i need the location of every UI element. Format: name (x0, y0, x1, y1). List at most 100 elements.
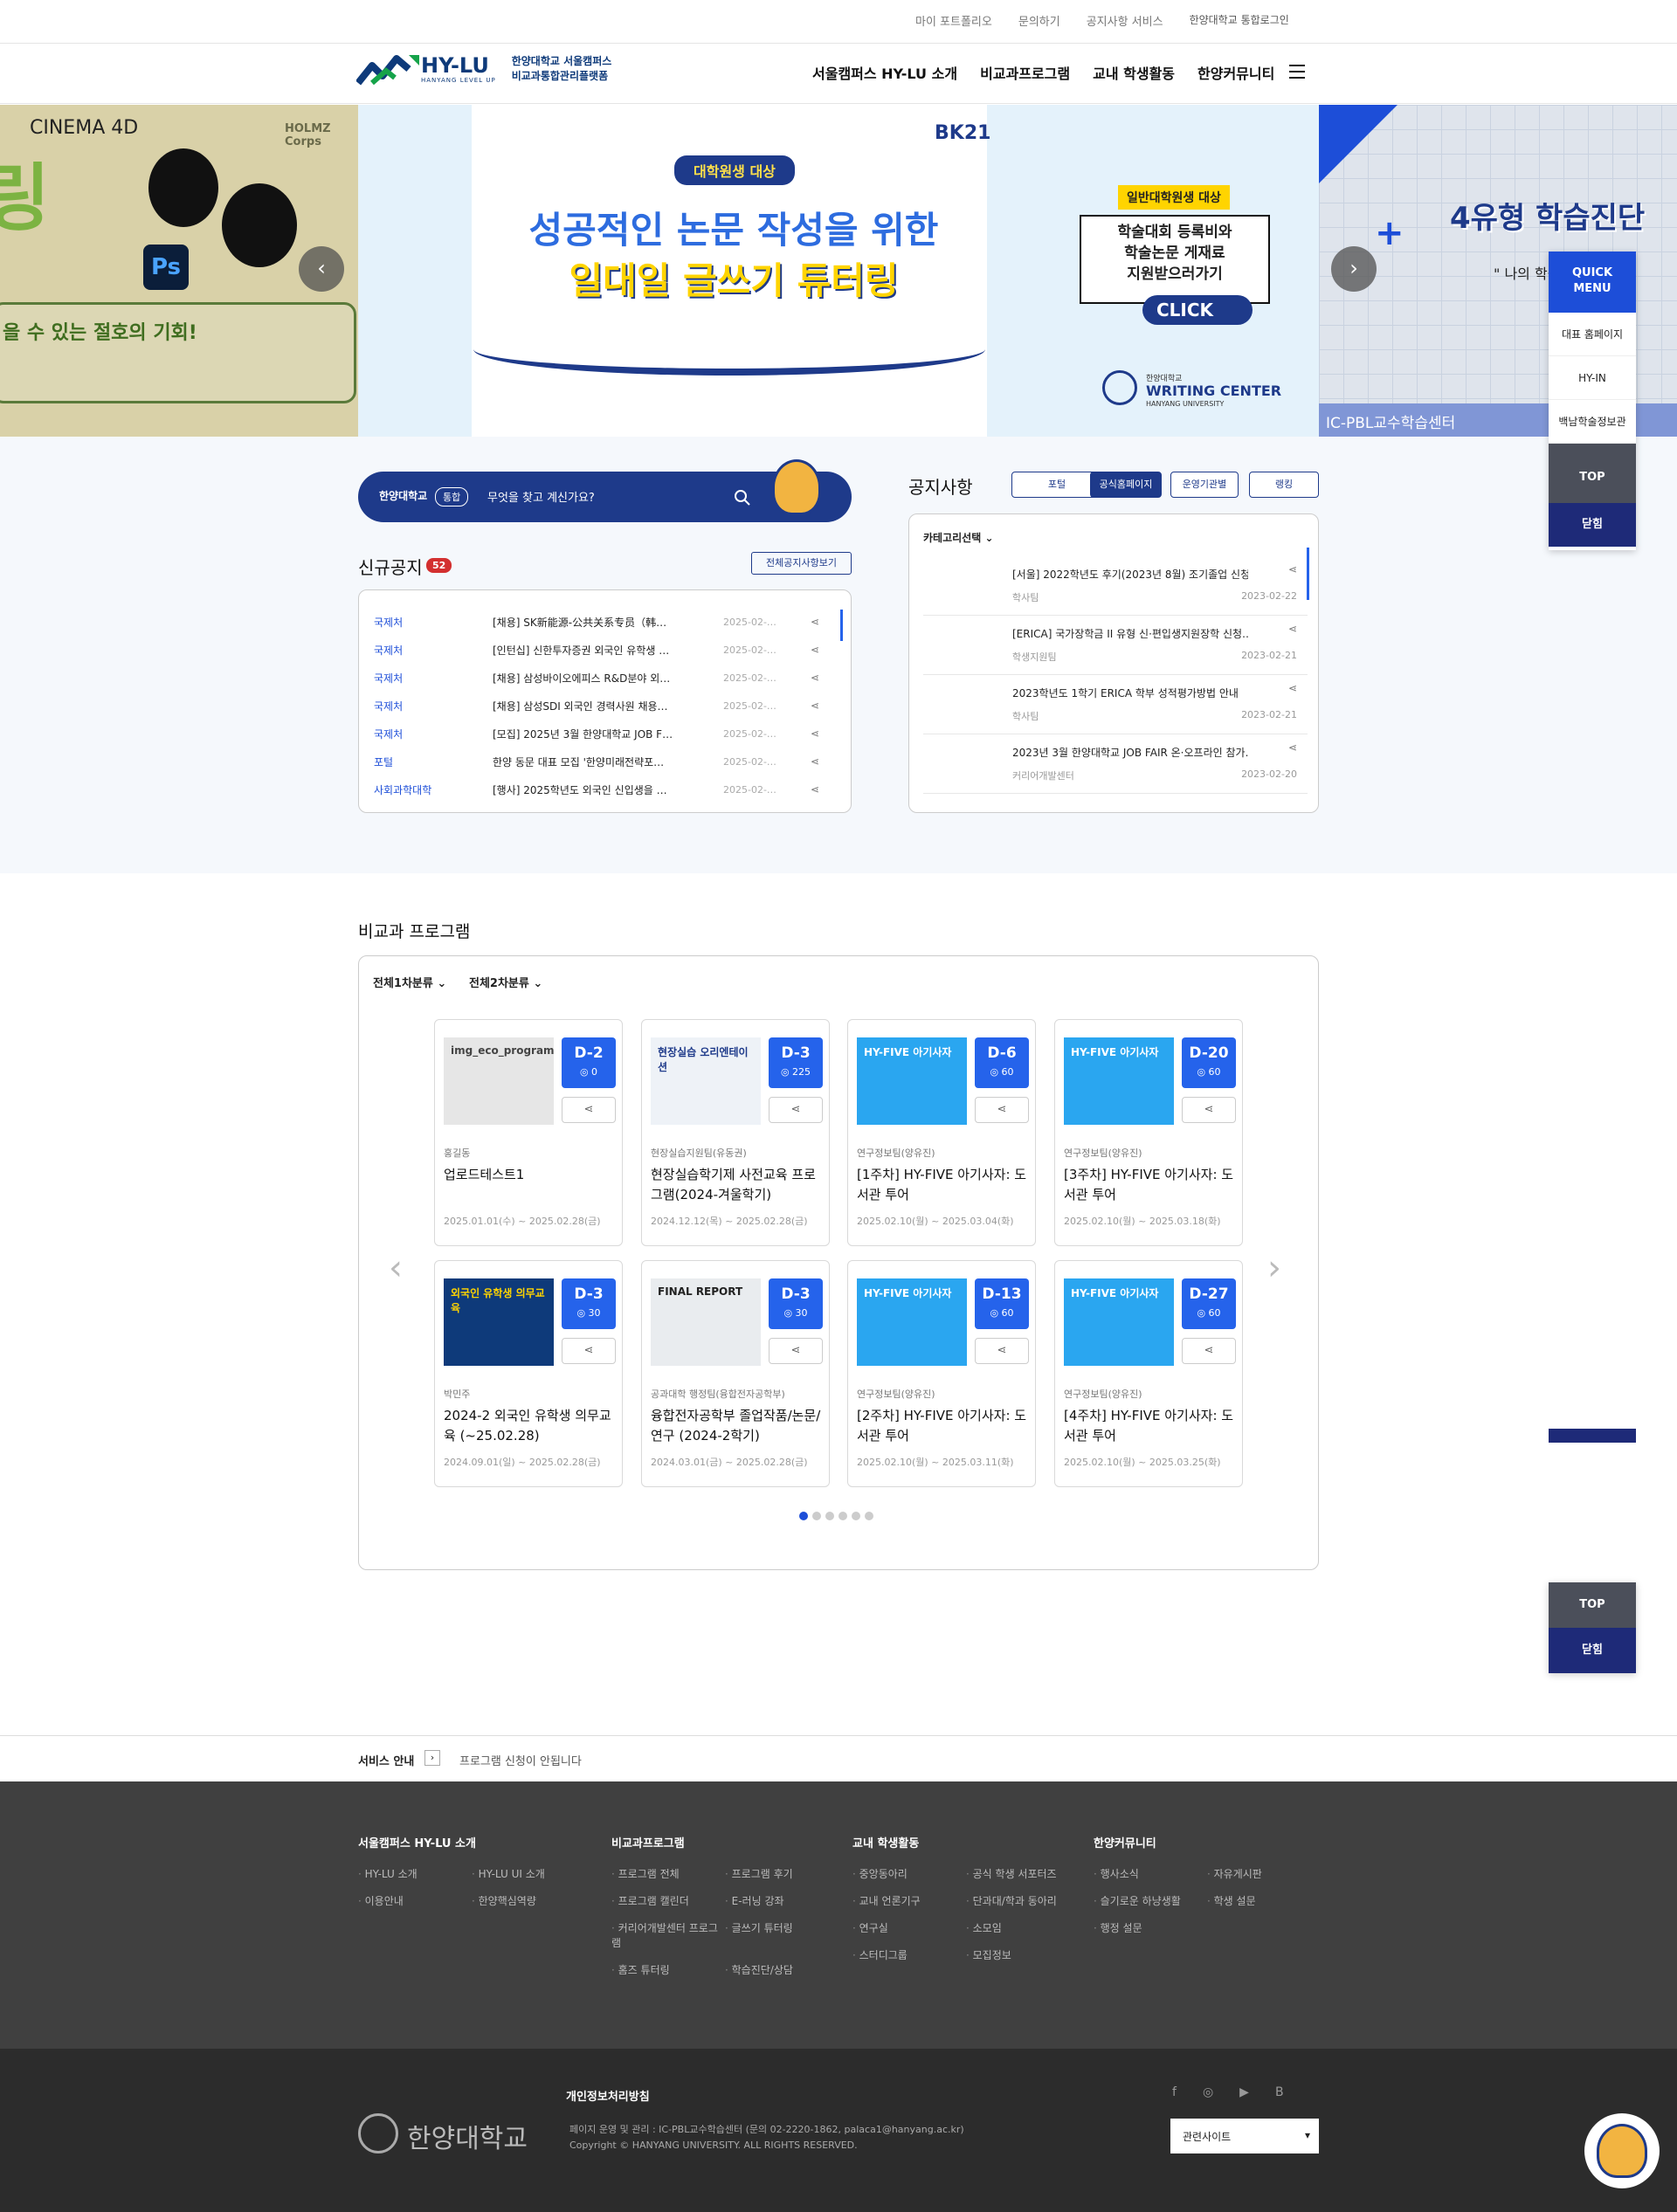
carousel-dot[interactable] (852, 1512, 860, 1520)
instagram-icon[interactable]: ◎ (1203, 2085, 1213, 2099)
facebook-icon[interactable]: f (1172, 2085, 1177, 2099)
notice-title[interactable]: [채용] 삼성SDI 외국인 경력사원 채용… (493, 699, 723, 713)
search-scope[interactable]: 통합 (435, 487, 469, 506)
filter-2[interactable]: 전체2차분류 ⌄ (469, 974, 542, 990)
notice-title[interactable]: [모집] 2025년 3월 한양대학교 JOB F… (493, 727, 723, 741)
footer-link[interactable]: 연구실 (852, 1920, 966, 1935)
slider-dot[interactable] (855, 413, 865, 423)
footer-link[interactable]: 스터디그룹 (852, 1947, 966, 1962)
footer-link[interactable]: 학습진단/상담 (725, 1962, 838, 1977)
slider-next-button[interactable]: › (1331, 246, 1377, 292)
footer-link[interactable]: 공식 학생 서포터즈 (966, 1866, 1080, 1881)
top-button[interactable]: TOP (1549, 1582, 1636, 1628)
footer-link[interactable]: 커리어개발센터 프로그램 (611, 1920, 725, 1950)
link-portfolio[interactable]: 마이 포트폴리오 (915, 12, 992, 29)
slider-dot[interactable] (822, 413, 832, 423)
footer-link[interactable]: 소모임 (966, 1920, 1080, 1935)
quick-homepage[interactable]: 대표 홈페이지 (1549, 313, 1636, 356)
top-button[interactable]: TOP (1549, 444, 1636, 503)
share-icon[interactable]: ⋖ (811, 755, 823, 768)
link-notice-service[interactable]: 공지사항 서비스 (1087, 12, 1163, 29)
nav-activities[interactable]: 교내 학생활동 (1093, 62, 1175, 83)
nav-about[interactable]: 서울캠퍼스 HY-LU 소개 (812, 62, 957, 83)
program-card[interactable]: img_eco_program D-2 ◎ 0 ⋖ 홍길동 업로드테스트1 2025.01.… (434, 1019, 623, 1246)
program-name[interactable]: 업로드테스트1 (444, 1165, 618, 1185)
footer-link[interactable]: 프로그램 캘린더 (611, 1893, 725, 1908)
slider-dot[interactable] (789, 413, 798, 423)
announce-title-text[interactable]: [서울] 2022학년도 후기(2023년 8월) 조기졸업 신청 … (1012, 567, 1248, 582)
program-card[interactable]: HY-FIVE 아기사자 D-13 ◎ 60 ⋖ 연구정보팀(양유진) [2주차] HY-… (847, 1260, 1036, 1487)
program-card[interactable]: HY-FIVE 아기사자 D-20 ◎ 60 ⋖ 연구정보팀(양유진) [3주차] HY-… (1054, 1019, 1243, 1246)
footer-link[interactable]: 슬기로운 하냥생활 (1094, 1893, 1207, 1908)
tab-by-org[interactable]: 운영기관별 (1170, 472, 1239, 498)
notice-title[interactable]: [채용] SK新能源-公共关系专员（韩… (493, 615, 723, 630)
footer-link[interactable]: 모집정보 (966, 1947, 1080, 1962)
list-item[interactable]: 사회과학대학 [행사] 2025학년도 외국인 신입생을 … 2025-02-… ⋖ (374, 775, 851, 803)
footer-link[interactable]: 중앙동아리 (852, 1866, 966, 1881)
footer-link[interactable]: 홈즈 튜터링 (611, 1962, 725, 1977)
search-input[interactable]: 무엇을 찾고 계신가요? (487, 488, 595, 505)
tab-portal[interactable]: 포털 (1011, 472, 1102, 498)
program-name[interactable]: [2주차] HY-FIVE 아기사자: 도서관 투어 (857, 1406, 1032, 1446)
footer-link[interactable]: 프로그램 후기 (725, 1866, 838, 1881)
carousel-next-icon[interactable]: › (1267, 1248, 1281, 1288)
carousel-dot[interactable] (799, 1512, 808, 1520)
nav-community[interactable]: 한양커뮤니티 (1197, 62, 1274, 83)
filter-1[interactable]: 전체1차분류 ⌄ (373, 974, 446, 990)
share-icon[interactable]: ⋖ (811, 783, 823, 796)
close-button[interactable]: 닫힘 (1549, 503, 1636, 547)
quick-library[interactable]: 백남학술정보관 (1549, 400, 1636, 444)
program-card[interactable]: FINAL REPORT D-3 ◎ 30 ⋖ 공과대학 행정팀(융합전자공학부) 융합전… (641, 1260, 830, 1487)
share-icon[interactable]: ⋖ (811, 699, 823, 712)
list-item[interactable]: 국제처 [채용] 삼성바이오에피스 R&D분야 외… 2025-02-… ⋖ (374, 664, 851, 692)
scrollbar[interactable] (1307, 548, 1309, 600)
carousel-prev-icon[interactable]: ‹ (389, 1248, 403, 1288)
notice-title[interactable]: [행사] 2025학년도 외국인 신입생을 … (493, 782, 723, 797)
search-bar[interactable]: 한양대학교 통합 무엇을 찾고 계신가요? (358, 459, 852, 522)
list-item[interactable]: 포털 한양 동문 대표 모집 '한양미래전략포… 2025-02-… ⋖ (374, 748, 851, 775)
chatbot-button[interactable] (1584, 2113, 1660, 2188)
share-icon[interactable]: ⋖ (811, 616, 823, 628)
privacy-link[interactable]: 개인정보처리방침 (566, 2087, 650, 2104)
program-name[interactable]: 2024-2 외국인 유학생 의무교육 (~25.02.28) (444, 1406, 618, 1446)
tab-ranking[interactable]: 랭킹 (1249, 472, 1319, 498)
program-name[interactable]: [4주차] HY-FIVE 아기사자: 도서관 투어 (1064, 1406, 1239, 1446)
blog-icon[interactable]: B (1275, 2085, 1284, 2099)
footer-link[interactable]: 이용안내 (358, 1893, 472, 1908)
carousel-dot[interactable] (812, 1512, 821, 1520)
slide-main[interactable]: 대학원생 대상 성공적인 논문 작성을 위한 일대일 글쓰기 튜터링 BK21 … (358, 105, 1319, 437)
share-icon[interactable]: ⋖ (1288, 741, 1297, 754)
notice-title[interactable]: [채용] 삼성바이오에피스 R&D분야 외… (493, 671, 723, 686)
close-button[interactable]: 닫힘 (1549, 1628, 1636, 1673)
share-icon[interactable]: ⋖ (811, 644, 823, 656)
notice-title[interactable]: 한양 동문 대표 모집 '한양미래전략포… (493, 755, 723, 769)
search-icon[interactable] (734, 489, 751, 506)
footer-link[interactable]: E-러닝 강좌 (725, 1893, 838, 1908)
program-card[interactable]: HY-FIVE 아기사자 D-6 ◎ 60 ⋖ 연구정보팀(양유진) [1주차] HY-F… (847, 1019, 1036, 1246)
program-name[interactable]: 현장실습학기제 사전교육 프로그램(2024-겨울학기) (651, 1165, 825, 1205)
share-icon[interactable]: ⋖ (811, 672, 823, 684)
share-icon[interactable]: ⋖ (562, 1338, 616, 1364)
list-item[interactable]: 국제처 [모집] 2025년 3월 한양대학교 JOB F… 2025-02-… ⋖ (374, 720, 851, 748)
share-icon[interactable]: ⋖ (975, 1097, 1029, 1123)
slider-dot[interactable] (772, 413, 782, 423)
share-icon[interactable]: ⋖ (1288, 563, 1297, 575)
share-icon[interactable]: ⋖ (769, 1338, 823, 1364)
footer-link[interactable]: 프로그램 전체 (611, 1866, 725, 1881)
slider-dot[interactable] (805, 413, 815, 423)
all-notice-button[interactable]: 전체공지사항보기 (751, 552, 852, 575)
menu-icon[interactable] (1289, 65, 1305, 79)
notice-title[interactable]: [인턴십] 신한투자증권 외국인 유학생 … (493, 643, 723, 658)
share-icon[interactable]: ⋖ (1182, 1338, 1236, 1364)
related-sites-select[interactable]: 관련사이트 ▾ (1170, 2119, 1319, 2153)
service-text[interactable]: 프로그램 신청이 안됩니다 (459, 1752, 582, 1768)
share-icon[interactable]: ⋖ (1288, 682, 1297, 694)
tab-official[interactable]: 공식홈페이지 (1090, 472, 1162, 498)
footer-link[interactable]: 단과대/학과 동아리 (966, 1893, 1080, 1908)
program-card[interactable]: HY-FIVE 아기사자 D-27 ◎ 60 ⋖ 연구정보팀(양유진) [4주차] HY-… (1054, 1260, 1243, 1487)
footer-link[interactable]: 자유게시판 (1207, 1866, 1321, 1881)
carousel-dot[interactable] (838, 1512, 847, 1520)
footer-link[interactable]: 학생 설문 (1207, 1893, 1321, 1908)
program-card[interactable]: 외국인 유학생 의무교육 D-3 ◎ 30 ⋖ 박민주 2024-2 외국인 유학생 의무… (434, 1260, 623, 1487)
share-icon[interactable]: ⋖ (1182, 1097, 1236, 1123)
